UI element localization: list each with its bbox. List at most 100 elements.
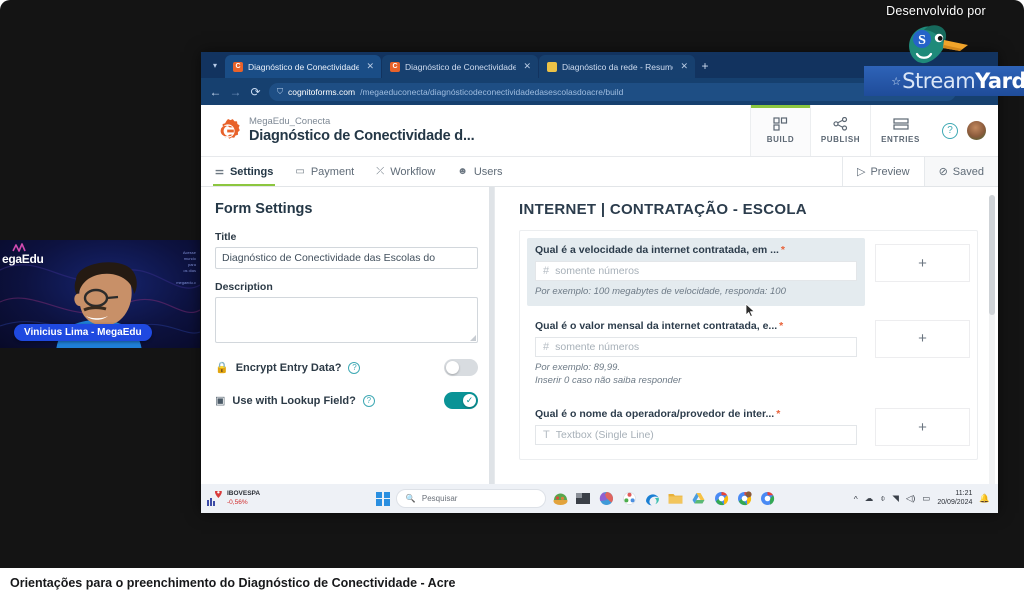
url-host: cognitoforms.com — [288, 86, 356, 97]
add-field-button-1[interactable]: + — [875, 244, 970, 282]
chrome-alt-icon[interactable] — [759, 490, 776, 507]
browser-tab-2[interactable]: C Diagnóstico de Conectividade ✕ — [382, 55, 538, 78]
question-1-text: Qual é a velocidade da internet contrata… — [535, 244, 779, 256]
copilot-icon[interactable] — [598, 490, 615, 507]
mode-tab-entries-label: ENTRIES — [881, 135, 920, 144]
question-row: Qual é o valor mensal da internet contra… — [527, 314, 970, 395]
question-3-label: Qual é o nome da operadora/provedor de i… — [535, 408, 857, 420]
tab-search-chevron-down-icon[interactable]: ▾ — [205, 55, 225, 75]
browser-tab-2-title: Diagnóstico de Conectividade — [405, 61, 517, 72]
streamyard-duck-logo: S — [856, 20, 1016, 64]
tab-workflow[interactable]: ⤫ Workflow — [376, 157, 435, 186]
preview-button[interactable]: ▷ Preview — [841, 157, 924, 186]
form-section-title: INTERNET | CONTRATAÇÃO - ESCOLA — [519, 201, 807, 218]
browser-window: ▾ C Diagnóstico de Conectividade ✕ C Dia… — [201, 52, 998, 513]
wifi-icon[interactable]: ◥ — [892, 493, 899, 504]
url-input[interactable]: ⛉ cognitoforms.com/megaeduconecta/diagnó… — [269, 82, 957, 101]
weather-icon[interactable] — [552, 490, 569, 507]
cloud-icon[interactable]: ☁ — [865, 493, 874, 504]
cognito-forms-gear-icon — [220, 118, 240, 139]
stock-text: IBOVESPA -0,56% — [227, 490, 260, 506]
file-explorer-icon[interactable] — [575, 490, 592, 507]
browser-tab-1[interactable]: C Diagnóstico de Conectividade ✕ — [225, 55, 381, 78]
question-1-placeholder: somente números — [555, 265, 640, 277]
card-icon: ▭ — [295, 166, 305, 177]
question-3[interactable]: Qual é o nome da operadora/provedor de i… — [527, 402, 865, 452]
cognito-favicon-icon: C — [233, 61, 243, 72]
microphone-icon[interactable]: ⌽ — [880, 493, 885, 504]
streamyard-bold-text: Yard — [975, 69, 1024, 93]
tab-settings-label: Settings — [229, 165, 274, 178]
question-1-input[interactable]: # somente números — [535, 261, 857, 281]
tab-settings[interactable]: ⚌ Settings — [212, 157, 276, 186]
add-field-button-3[interactable]: + — [875, 408, 970, 447]
mode-tab-publish[interactable]: PUBLISH — [810, 105, 870, 156]
encrypt-entry-data-toggle[interactable] — [444, 359, 478, 376]
panel-divider[interactable] — [489, 187, 494, 513]
tab-payment[interactable]: ▭ Payment — [295, 157, 354, 186]
edge-icon[interactable] — [644, 490, 661, 507]
site-info-lock-icon[interactable]: ⛉ — [277, 87, 283, 97]
use-with-lookup-field-toggle[interactable]: ✓ — [444, 392, 478, 409]
lookup-icon: ▣ — [215, 395, 226, 407]
star-icon: ☆ — [891, 75, 902, 88]
user-icon: ☻ — [457, 166, 468, 177]
forward-arrow-icon[interactable]: → — [229, 85, 242, 99]
battery-icon[interactable]: ▭ — [922, 493, 930, 504]
app-title-block: MegaEdu_Conecta Diagnóstico de Conectivi… — [249, 116, 475, 146]
textbox-t-icon: T — [543, 429, 550, 442]
header-right-actions: ? — [930, 105, 998, 156]
chrome-profile-icon[interactable] — [736, 490, 753, 507]
avatar[interactable] — [967, 121, 986, 140]
notification-bell-icon[interactable]: 🔔 — [979, 493, 990, 504]
stock-change: -0,56% — [227, 498, 248, 506]
new-tab-button[interactable]: + — [696, 56, 714, 76]
folder-icon[interactable] — [667, 490, 684, 507]
question-1-help: Por exemplo: 100 megabytes de velocidade… — [535, 286, 786, 297]
nav-right-actions: ▷ Preview ⊘ Saved — [841, 157, 998, 186]
question-1[interactable]: Qual é a velocidade da internet contrata… — [527, 238, 865, 306]
encrypt-help-icon[interactable]: ? — [348, 361, 361, 374]
volume-icon[interactable]: ◁) — [906, 493, 915, 504]
reload-icon[interactable]: ⟳ — [249, 85, 262, 99]
close-tab-3-icon[interactable]: ✕ — [678, 61, 690, 72]
form-name: Diagnóstico de Conectividade d... — [249, 128, 475, 145]
caption-bar: Orientações para o preenchimento do Diag… — [0, 568, 1024, 597]
lookup-help-icon[interactable]: ? — [362, 394, 375, 407]
help-icon[interactable]: ? — [942, 122, 958, 139]
question-2[interactable]: Qual é o valor mensal da internet contra… — [527, 314, 865, 395]
stock-widget[interactable]: IBOVESPA -0,56% — [207, 490, 337, 506]
photos-icon[interactable] — [621, 490, 638, 507]
toggle-knob — [446, 361, 459, 374]
question-3-input[interactable]: T Textbox (Single Line) — [535, 425, 857, 446]
required-marker: * — [780, 244, 786, 256]
form-scrollbar-thumb[interactable] — [989, 195, 995, 315]
presenter-name-tag: Vinicius Lima - MegaEdu — [14, 324, 152, 341]
title-input[interactable]: Diagnóstico de Conectividade das Escolas… — [215, 247, 478, 269]
share-icon — [833, 117, 848, 131]
back-arrow-icon[interactable]: ← — [209, 85, 222, 99]
drive-icon[interactable] — [690, 490, 707, 507]
add-field-button-2[interactable]: + — [875, 319, 970, 358]
description-textarea[interactable] — [215, 297, 478, 343]
streamyard-branding: Desenvolvido por S — [856, 4, 1016, 64]
tray-expand-chevron-up-icon[interactable]: ^ — [854, 494, 858, 504]
question-2-placeholder: somente números — [555, 340, 640, 353]
use-with-lookup-field-label: Use with Lookup Field? — [232, 394, 356, 407]
windows-start-icon[interactable] — [375, 491, 390, 506]
close-tab-1-icon[interactable]: ✕ — [364, 61, 376, 72]
form-settings-panel: Form Settings Title Diagnóstico de Conec… — [201, 187, 495, 513]
mode-tab-build[interactable]: BUILD — [750, 105, 810, 156]
close-tab-2-icon[interactable]: ✕ — [521, 61, 533, 72]
search-input[interactable]: 🔍 Pesquisar — [395, 489, 546, 508]
question-2-input[interactable]: # somente números — [535, 336, 857, 357]
form-scrollbar[interactable] — [989, 195, 995, 509]
play-triangle-icon: ▷ — [856, 166, 866, 178]
tab-users[interactable]: ☻ Users — [457, 157, 502, 186]
encrypt-entry-data-row: 🔒 Encrypt Entry Data? ? — [215, 359, 478, 376]
clock[interactable]: 11:21 20/09/2024 — [937, 490, 972, 508]
mode-tab-entries[interactable]: ENTRIES — [870, 105, 930, 156]
chrome-icon[interactable] — [713, 490, 730, 507]
question-2-label: Qual é o valor mensal da internet contra… — [535, 320, 857, 332]
browser-tab-3[interactable]: Diagnóstico da rede - Resumo ✕ — [539, 55, 695, 78]
